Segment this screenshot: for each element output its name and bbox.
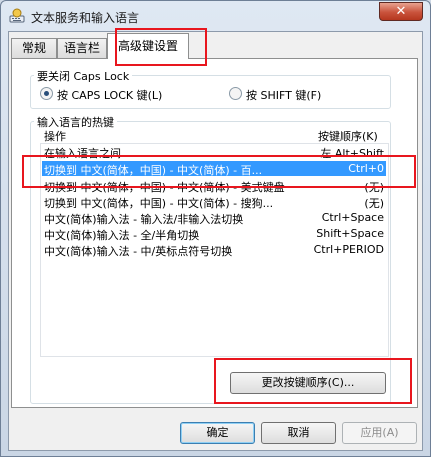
caps-lock-group-title: 要关闭 Caps Lock [34, 68, 133, 84]
list-item[interactable]: 在输入语言之间左 Alt+Shift [42, 144, 386, 159]
tab-general[interactable]: 常规 [11, 38, 57, 58]
list-item[interactable]: 切换到 中文(简体，中国) - 中文(简体) - 搜狗... (无) [42, 194, 386, 209]
tab-advanced-key-settings[interactable]: 高级键设置 [107, 33, 189, 59]
radio-shift[interactable] [229, 87, 242, 100]
list-item-selected[interactable]: 切换到 中文(简体，中国) - 中文(简体) - 百... Ctrl+0 [42, 161, 386, 176]
radio-caps-lock-label[interactable]: 按 CAPS LOCK 键(L) [57, 87, 162, 103]
list-item[interactable]: 切换到 中文(简体，中国) - 中文(简体) - 美式键盘 (无) [42, 178, 386, 193]
apply-button[interactable]: 应用(A) [342, 422, 417, 444]
keyboard-globe-icon [9, 8, 25, 23]
list-item[interactable]: 中文(简体)输入法 - 输入法/非输入法切换 Ctrl+Space [42, 210, 386, 225]
cancel-button[interactable]: 取消 [261, 422, 336, 444]
close-icon: ✕ [395, 4, 407, 19]
radio-shift-label[interactable]: 按 SHIFT 键(F) [246, 87, 321, 103]
list-item[interactable]: 中文(简体)输入法 - 中/英标点符号切换 Ctrl+PERIOD [42, 242, 386, 257]
ok-button[interactable]: 确定 [180, 422, 255, 444]
radio-caps-lock[interactable] [40, 87, 53, 100]
window-title: 文本服务和输入语言 [31, 11, 140, 25]
change-key-sequence-button[interactable]: 更改按键顺序(C)... [230, 372, 386, 394]
close-button[interactable]: ✕ [379, 2, 423, 21]
list-item[interactable]: 中文(简体)输入法 - 全/半角切换 Shift+Space [42, 226, 386, 241]
tab-language-bar[interactable]: 语言栏 [57, 38, 107, 58]
column-header-key-sequence[interactable]: 按键顺序(K) [318, 128, 378, 144]
title-bar[interactable]: 文本服务和输入语言 ✕ [1, 1, 430, 31]
column-header-action[interactable]: 操作 [44, 128, 66, 144]
